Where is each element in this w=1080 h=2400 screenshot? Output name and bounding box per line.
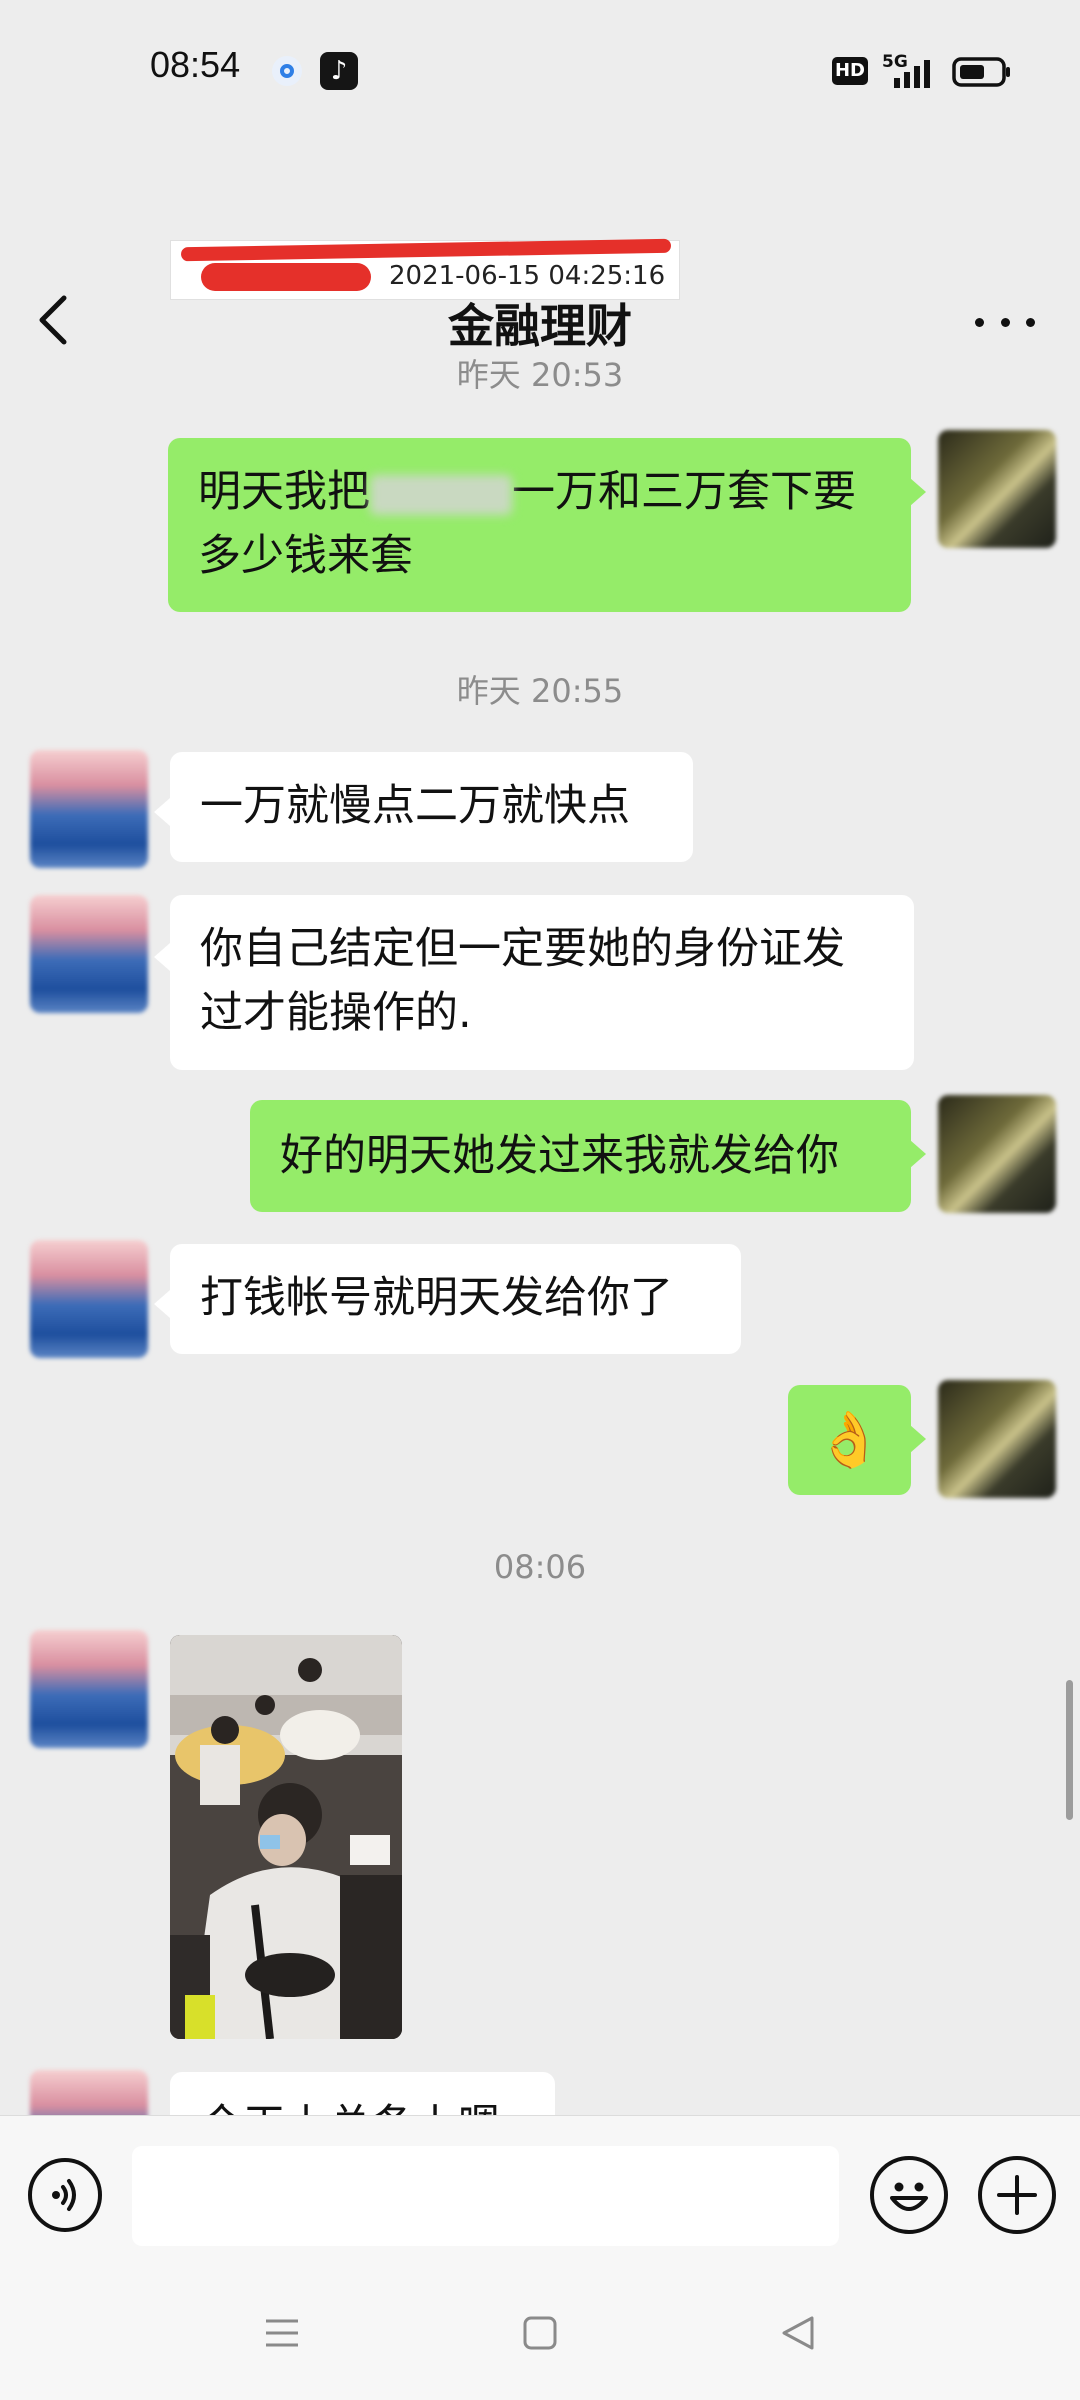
message-line: 你自己结定但一定要她的身份证发: [200, 924, 845, 974]
message-text: 明天我把: [198, 467, 370, 517]
contact-avatar[interactable]: [30, 1240, 148, 1358]
plus-icon: [997, 2175, 1037, 2215]
message-text: 一万就慢点二万就快点: [200, 781, 630, 831]
my-avatar[interactable]: [938, 1380, 1056, 1498]
card-timestamp: 2021-06-15 04:25:16: [389, 261, 666, 291]
shared-image[interactable]: [170, 1635, 402, 2039]
menu-nav-icon[interactable]: [262, 2313, 302, 2353]
message-text: 打钱帐号就明天发给你了: [200, 1273, 673, 1323]
redacted-mark: [201, 263, 371, 291]
message-bubble-me[interactable]: 好的明天她发过来我就发给你: [250, 1100, 911, 1212]
chat-timestamp: 08:06: [493, 1548, 587, 1586]
message-line: 过才能操作的.: [200, 988, 472, 1038]
status-time: 08:54: [150, 44, 241, 85]
previous-message-card[interactable]: 2021-06-15 04:25:16: [170, 238, 680, 300]
message-bubble-other[interactable]: 打钱帐号就明天发给你了: [170, 1244, 741, 1354]
ok-hand-emoji: 👌: [815, 1408, 884, 1471]
chat-timestamp: 昨天 20:55: [456, 672, 624, 710]
message-text: 好的明天她发过来我就发给你: [280, 1131, 839, 1181]
contact-avatar[interactable]: [30, 750, 148, 868]
hd-icon: HD: [832, 57, 868, 85]
back-nav-icon[interactable]: [778, 2313, 818, 2353]
voice-icon: [52, 2179, 76, 2211]
message-bubble-other[interactable]: 一万就慢点二万就快点: [170, 752, 693, 862]
home-nav-icon[interactable]: [520, 2313, 560, 2353]
battery-icon: [952, 57, 1010, 87]
bubble-tail: [910, 1140, 926, 1168]
bubble-tail: [154, 943, 170, 971]
image-content: [170, 1635, 402, 2039]
browser-app-icon: [272, 56, 302, 86]
my-avatar[interactable]: [938, 430, 1056, 548]
message-line: 多少钱来套: [198, 531, 413, 581]
contact-avatar[interactable]: [30, 895, 148, 1013]
bubble-tail: [154, 1290, 170, 1318]
message-line: 明天我把 一万和三万套下要: [198, 460, 881, 524]
message-bubble-other[interactable]: 你自己结定但一定要她的身份证发 过才能操作的.: [170, 895, 914, 1070]
more-options-icon[interactable]: [975, 302, 1035, 342]
signal-icon: [894, 60, 930, 88]
message-bubble-me[interactable]: 明天我把 一万和三万套下要 多少钱来套: [168, 438, 911, 612]
message-bubble-me[interactable]: 👌: [788, 1385, 911, 1495]
emoji-button[interactable]: [870, 2156, 948, 2234]
redacted-text: [370, 474, 512, 515]
bubble-tail: [910, 1425, 926, 1453]
system-nav-bar: [0, 2275, 1080, 2400]
message-text: 一万和三万套下要: [512, 467, 856, 517]
redacted-mark: [180, 238, 672, 262]
message-input[interactable]: [132, 2146, 839, 2246]
scrollbar[interactable]: [1066, 1680, 1073, 1820]
status-bar: 08:54 ♪ HD 5G: [0, 0, 1080, 140]
chat-timestamp: 昨天 20:53: [456, 356, 624, 394]
bubble-tail: [910, 478, 926, 506]
bubble-tail: [154, 798, 170, 826]
my-avatar[interactable]: [938, 1095, 1056, 1213]
input-bar: [0, 2115, 1080, 2276]
emoji-icon: [890, 2182, 928, 2211]
more-functions-button[interactable]: [978, 2156, 1056, 2234]
tiktok-icon: ♪: [320, 52, 358, 90]
contact-avatar[interactable]: [30, 1630, 148, 1748]
voice-input-button[interactable]: [28, 2158, 102, 2232]
